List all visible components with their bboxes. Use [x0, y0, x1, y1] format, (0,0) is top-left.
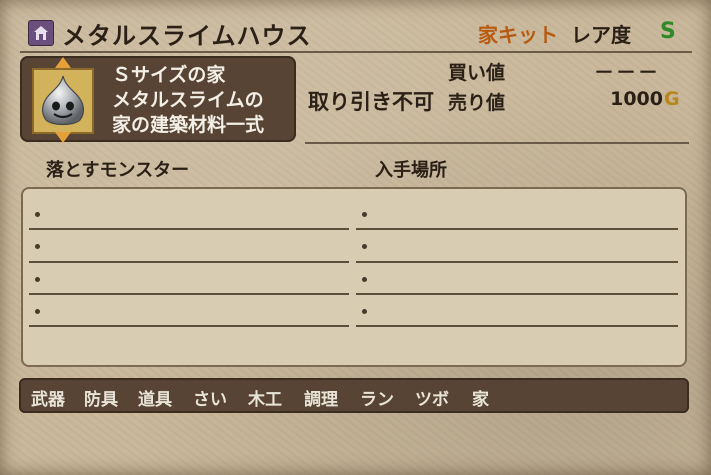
sell-price-value: 1000 — [610, 88, 663, 110]
nav-tab-sewing[interactable]: さい — [193, 385, 227, 410]
nav-tab-armor[interactable]: 防具 — [84, 385, 118, 410]
list-bullet — [35, 309, 40, 314]
item-description: Ｓサイズの家 メタルスライムの 家の建築材料一式 — [112, 63, 292, 138]
category-nav-bar — [19, 378, 689, 413]
item-name: メタルスライムハウス — [62, 21, 312, 50]
obtain-location-row[interactable] — [356, 325, 678, 327]
list-bullet — [362, 277, 367, 282]
list-bullet — [362, 212, 367, 217]
nav-tab-house[interactable]: 家 — [472, 385, 489, 410]
house-icon — [28, 20, 54, 46]
scroll-up-icon[interactable] — [55, 57, 71, 68]
drop-monster-row[interactable] — [29, 228, 349, 230]
obtain-location-row[interactable] — [356, 228, 678, 230]
header-divider — [300, 51, 692, 53]
title-divider — [20, 51, 302, 53]
nav-tab-weapons[interactable]: 武器 — [31, 385, 65, 410]
list-bullet — [362, 244, 367, 249]
description-line: メタルスライムの — [112, 89, 264, 111]
list-bullet — [35, 277, 40, 282]
sell-price-label: 売り値 — [448, 92, 506, 114]
item-category: 家キット — [478, 23, 558, 47]
description-line: Ｓサイズの家 — [112, 64, 226, 86]
list-bullet — [35, 244, 40, 249]
rarity-label: レア度 — [571, 23, 631, 47]
buy-price-value: －－－ — [594, 60, 660, 84]
obtain-location-heading: 入手場所 — [375, 160, 447, 181]
scroll-down-icon[interactable] — [55, 132, 71, 143]
gold-currency-symbol: G — [664, 88, 680, 110]
buy-price-label: 買い値 — [448, 62, 506, 84]
source-list-box — [21, 187, 687, 367]
obtain-location-row[interactable] — [356, 293, 678, 295]
drop-monster-row[interactable] — [29, 261, 349, 263]
nav-tab-lamp[interactable]: ラン — [360, 385, 394, 410]
item-icon-frame — [32, 68, 94, 134]
price-divider — [305, 142, 689, 144]
list-bullet — [35, 212, 40, 217]
list-bullet — [362, 309, 367, 314]
drop-monster-row[interactable] — [29, 325, 349, 327]
obtain-location-row[interactable] — [356, 261, 678, 263]
nav-tab-woodwork[interactable]: 木工 — [248, 385, 282, 410]
trade-status: 取り引き不可 — [308, 90, 434, 114]
title-row: メタルスライムハウス — [28, 16, 312, 50]
nav-tab-tools[interactable]: 道具 — [138, 385, 172, 410]
drop-monster-row[interactable] — [29, 293, 349, 295]
rarity-value: S — [660, 19, 676, 44]
metal-slime-icon — [41, 75, 85, 126]
nav-tab-pot[interactable]: ツボ — [415, 385, 449, 410]
description-line: 家の建築材料一式 — [112, 114, 265, 136]
drop-monsters-heading: 落とすモンスター — [46, 160, 190, 181]
item-detail-panel: メタルスライムハウス 家キット レア度 S Ｓサイズの家 メタルスライムの 家の… — [0, 0, 711, 475]
nav-tab-cooking[interactable]: 調理 — [304, 385, 338, 410]
